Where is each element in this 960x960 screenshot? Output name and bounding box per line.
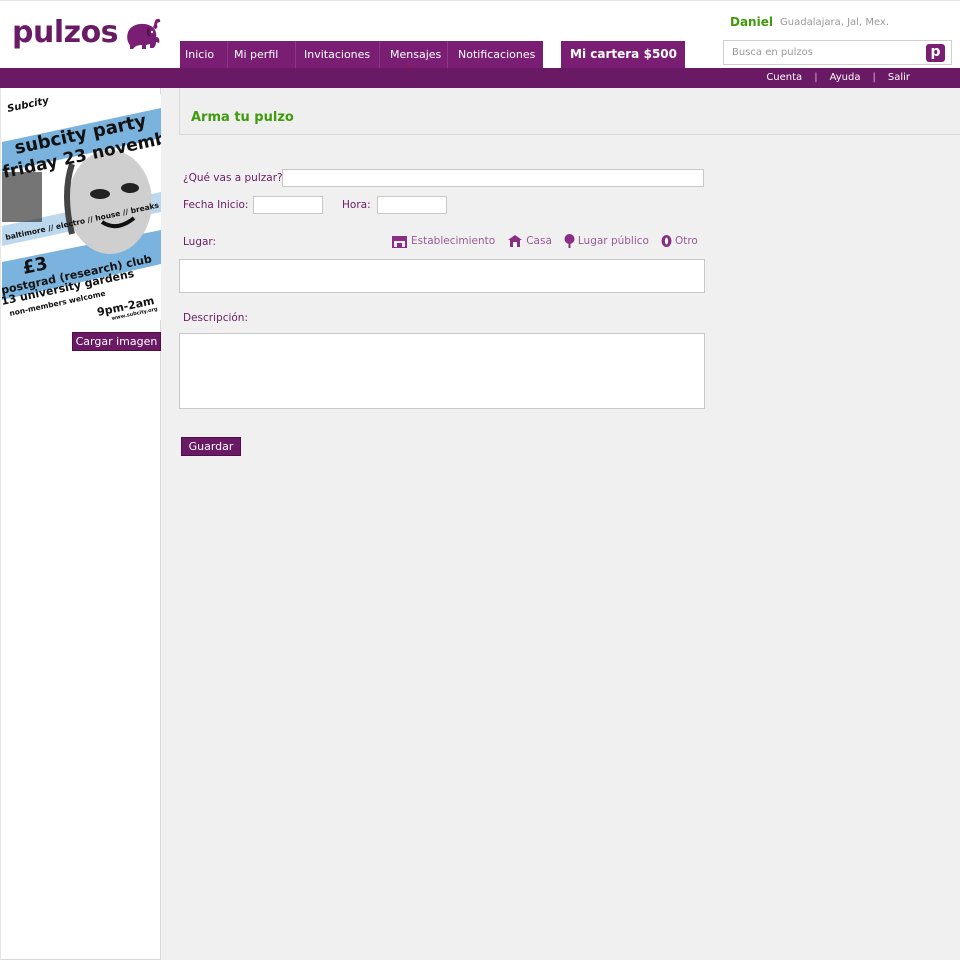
event-poster-artwork: Subcity subcity party friday 23 november… <box>2 94 161 320</box>
upload-image-button[interactable]: Cargar imagen <box>72 332 161 351</box>
main-nav: Inicio Mi perfil Invitaciones Mensajes N… <box>180 41 543 69</box>
user-location: Guadalajara, Jal, Mex. <box>780 17 890 28</box>
time-label: Hora: <box>342 199 371 211</box>
place-input[interactable] <box>179 259 705 293</box>
place-options: Establecimiento Casa Lugar público Otro <box>391 234 710 248</box>
nav-item-mi-perfil[interactable]: Mi perfil <box>228 41 296 69</box>
link-cuenta[interactable]: Cuenta <box>766 72 802 83</box>
place-option-label: Otro <box>674 235 698 247</box>
nav-item-inicio[interactable]: Inicio <box>180 41 228 69</box>
main-content: Arma tu pulzo ¿Qué vas a pulzar? Fecha I… <box>161 88 960 960</box>
wallet-amount: $500 <box>643 47 677 61</box>
title-box: Arma tu pulzo <box>179 88 960 135</box>
place-option-casa[interactable]: Casa <box>507 235 552 247</box>
store-icon <box>392 235 407 248</box>
description-label: Descripción: <box>183 312 248 324</box>
search-input[interactable] <box>724 41 914 64</box>
other-icon <box>661 235 672 247</box>
header: pulzos Inicio Mi perfil Invitaciones Men… <box>0 0 960 69</box>
logo[interactable]: pulzos <box>12 15 162 51</box>
p-logo-icon[interactable]: p <box>926 44 945 62</box>
place-option-label: Lugar público <box>577 235 649 247</box>
nav-item-invitaciones[interactable]: Invitaciones <box>296 41 380 69</box>
sidebar: Subcity subcity party friday 23 november… <box>0 88 161 960</box>
place-option-establecimiento[interactable]: Establecimiento <box>391 235 495 248</box>
link-separator: | <box>814 72 818 83</box>
link-separator: | <box>872 72 876 83</box>
what-input[interactable] <box>282 169 704 187</box>
date-input[interactable] <box>253 196 323 214</box>
save-button[interactable]: Guardar <box>181 437 241 456</box>
elephant-logo-icon <box>127 18 161 49</box>
what-label: ¿Qué vas a pulzar? <box>183 172 283 184</box>
link-salir[interactable]: Salir <box>888 72 910 83</box>
house-icon <box>508 235 523 247</box>
wallet-label: Mi cartera <box>570 47 640 61</box>
place-option-label: Establecimiento <box>411 235 496 247</box>
nav-item-notificaciones[interactable]: Notificaciones <box>448 41 543 69</box>
event-poster-image: Subcity subcity party friday 23 november… <box>2 94 161 320</box>
search-box: p <box>723 40 952 65</box>
time-input[interactable] <box>377 196 447 214</box>
user-name[interactable]: Daniel <box>730 15 773 29</box>
place-option-label: Casa <box>526 235 552 247</box>
wallet-button[interactable]: Mi cartera $500 <box>561 41 685 69</box>
place-option-otro[interactable]: Otro <box>661 235 698 247</box>
nav-item-mensajes[interactable]: Mensajes <box>380 41 448 69</box>
logo-text: pulzos <box>12 15 119 50</box>
description-textarea[interactable] <box>179 333 705 409</box>
tree-icon <box>564 234 575 248</box>
link-ayuda[interactable]: Ayuda <box>830 72 861 83</box>
page-title: Arma tu pulzo <box>191 110 294 125</box>
place-option-lugar-publico[interactable]: Lugar público <box>564 234 649 248</box>
place-label: Lugar: <box>183 236 217 248</box>
account-links: Cuenta | Ayuda | Salir <box>766 72 910 83</box>
date-label: Fecha Inicio: <box>183 199 249 211</box>
